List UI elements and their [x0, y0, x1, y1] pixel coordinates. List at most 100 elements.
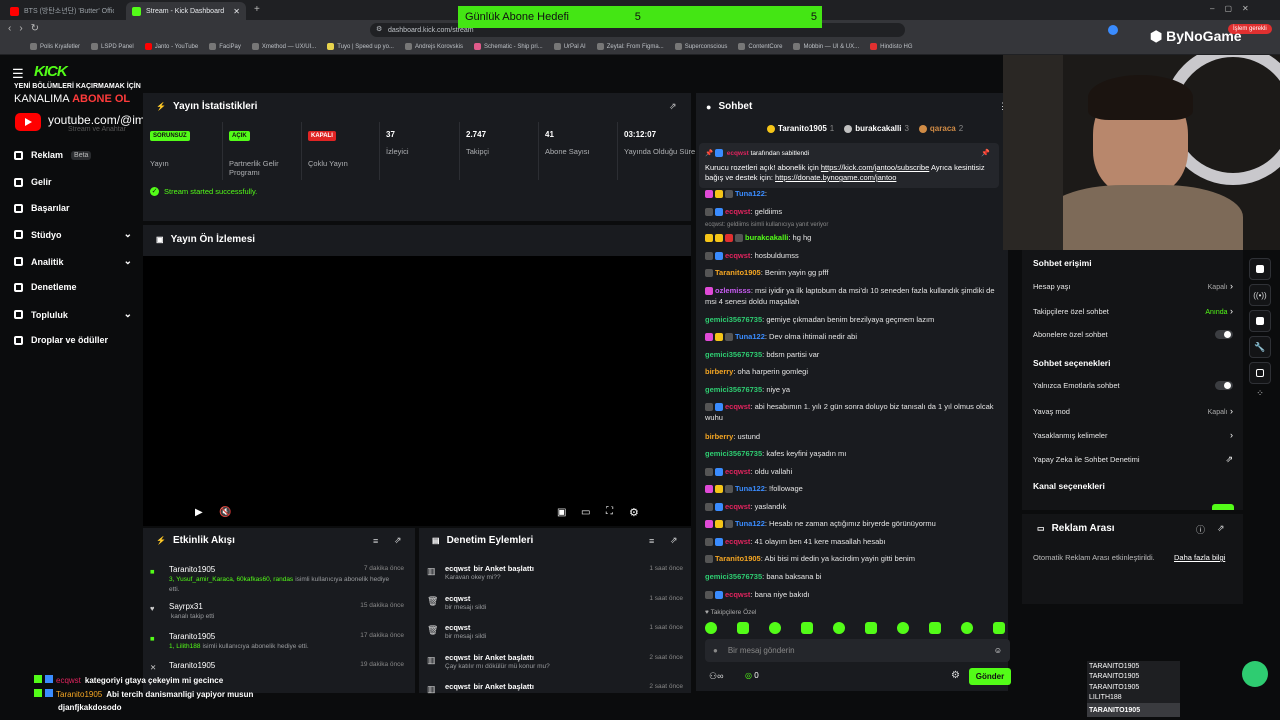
bookmark-item[interactable]: Polis Kıyafetler: [30, 43, 80, 50]
chat-message[interactable]: gemici35676735: kafes keyfini yaşadın mı: [705, 448, 1000, 459]
chat-message[interactable]: Taranito1905: Abi bisi mi dedin ya kacir…: [705, 553, 1000, 564]
mute-icon[interactable]: 🔇: [219, 507, 231, 518]
close-tab-icon[interactable]: ✕: [233, 7, 240, 16]
sidebar-item-1[interactable]: Gelir: [14, 177, 132, 187]
chat-message[interactable]: birberry: ustund: [705, 431, 1000, 442]
popout-icon[interactable]: ⇗: [669, 101, 677, 112]
users-tool-button[interactable]: [1249, 310, 1271, 332]
bookmark-item[interactable]: Xmethod — UX/UI...: [251, 43, 316, 50]
sidebar-item-4[interactable]: Analitik ⌄: [14, 256, 132, 267]
filter-icon[interactable]: ≡: [373, 536, 378, 546]
bookmark-item[interactable]: Hindisto HG: [870, 43, 912, 50]
theater-icon[interactable]: ▭: [581, 507, 590, 518]
emote-icon[interactable]: [961, 622, 973, 634]
chat-message[interactable]: gemici35676735: bana baksana bi: [705, 571, 1000, 582]
chat-message[interactable]: Tuna122:: [705, 188, 1000, 199]
chat-message[interactable]: burakcakalli: hg hg: [705, 232, 1000, 243]
moderation-item[interactable]: ▥ ecqwst bir Anket başlattı 2 saat önce: [427, 682, 687, 694]
plugin-icon[interactable]: ⁘: [1249, 388, 1271, 399]
window-tool-button[interactable]: [1249, 362, 1271, 384]
activity-item[interactable]: ✕ Taranito1905 19 dakika önce: [150, 661, 412, 672]
activity-item[interactable]: ■ Taranito1905 17 dakika önce 1, Lilith188 i…: [150, 632, 412, 651]
chat-message[interactable]: gemici35676735: bdsm partisi var: [705, 349, 1000, 360]
sidebar-item-2[interactable]: Başarılar: [14, 203, 132, 213]
fullscreen-icon[interactable]: ⛶: [606, 506, 613, 517]
menu-icon[interactable]: ☰: [12, 66, 24, 82]
emote-icon[interactable]: [801, 622, 813, 634]
window-controls[interactable]: –▢✕: [1210, 4, 1259, 13]
sidebar-item-5[interactable]: Denetleme: [14, 282, 132, 292]
emote-icon[interactable]: [833, 622, 845, 634]
popout-icon[interactable]: ⇗: [394, 535, 402, 546]
emote-icon[interactable]: [929, 622, 941, 634]
chat-message[interactable]: Tuna122: Dev olma ihtimali nedir abi: [705, 331, 1000, 342]
chat-message[interactable]: ecqwst: hosbuldumss: [705, 250, 1000, 261]
toggle-switch[interactable]: [1215, 330, 1233, 339]
bookmark-item[interactable]: Schematic - Ship pri...: [474, 43, 543, 50]
leader-entry[interactable]: Taranito1905 1: [767, 124, 834, 133]
activity-item[interactable]: ♥ Sayrpx31 15 dakika önce kanalı takip etti: [150, 602, 412, 621]
kick-logo[interactable]: KICK: [34, 63, 68, 80]
unpin-icon[interactable]: 📌: [981, 149, 990, 157]
bookmark-item[interactable]: Superconscious: [674, 43, 727, 50]
moderation-item[interactable]: 🗑 ecqwst 1 saat önce bir mesajı sildi: [427, 623, 687, 641]
bookmark-item[interactable]: Tuyo | Speed up yo...: [327, 43, 394, 50]
popout-icon[interactable]: ⇗: [670, 535, 678, 546]
points-display[interactable]: ◎ 0: [745, 671, 759, 680]
setting-row[interactable]: Yavaş mod Kapalı ›: [1033, 406, 1233, 416]
emote-icon[interactable]: [993, 622, 1005, 634]
extension-icon[interactable]: [1108, 25, 1118, 35]
browser-tab-youtube[interactable]: BTS (방탄소년단) 'Butter' Official MV: [4, 2, 122, 20]
donate-link[interactable]: https://donate.bynogame.com/jantoo: [775, 173, 896, 182]
emoji-icon[interactable]: ●: [713, 646, 718, 655]
setting-row[interactable]: Abonelere özel sohbet: [1033, 330, 1233, 339]
chat-message[interactable]: ecqwst: 41 olayım ben 41 kere masallah h…: [705, 536, 1000, 547]
setting-row[interactable]: Hesap yaşı Kapalı ›: [1033, 281, 1233, 291]
play-icon[interactable]: ▶: [195, 507, 203, 518]
settings-icon[interactable]: ⚙: [629, 506, 639, 519]
moderation-item[interactable]: ▥ ecqwst bir Anket başlattı 1 saat önce Kara…: [427, 564, 687, 582]
bookmark-item[interactable]: Janto - YouTube: [144, 43, 198, 50]
chat-settings-icon[interactable]: ⚙: [951, 670, 960, 681]
sidebar-hidden-item[interactable]: Stream ve Anahtar: [68, 126, 126, 133]
setting-row[interactable]: Yasaklanmış kelimeler ›: [1033, 430, 1233, 440]
broadcast-tool-button[interactable]: ((•)): [1249, 284, 1271, 306]
chat-message[interactable]: ecqwst: bana niye bakıdı: [705, 589, 1000, 600]
chat-message[interactable]: ecqwst: abi hesabımın 1. yılı 2 gün sonr…: [705, 401, 1000, 423]
wrench-tool-button[interactable]: 🔧: [1249, 336, 1271, 358]
chat-message[interactable]: ecqwst: geldiims: [705, 206, 1000, 217]
emote-icon[interactable]: [737, 622, 749, 634]
leader-entry[interactable]: qaraca 2: [918, 124, 963, 133]
leader-entry[interactable]: burakcakalli 3: [844, 124, 909, 133]
browser-tab-kick[interactable]: Stream - Kick Dashboard ✕: [126, 2, 246, 20]
bookmark-item[interactable]: LSPD Panel: [91, 43, 134, 50]
channel-toggle[interactable]: [1212, 504, 1234, 510]
bookmark-item[interactable]: Andrejs Korovskis: [404, 43, 463, 50]
setting-row[interactable]: Yapay Zeka ile Sohbet Denetimi ⇗: [1033, 454, 1233, 465]
sidebar-item-0[interactable]: Reklam Beta: [14, 150, 132, 160]
bookmark-item[interactable]: ContentCore: [738, 43, 782, 50]
chat-message[interactable]: Tuna122: !followage: [705, 483, 1000, 494]
toggle-switch[interactable]: [1215, 381, 1233, 390]
bookmark-item[interactable]: FaciPay: [209, 43, 241, 50]
setting-row[interactable]: Takipçilere özel sohbet Anında ›: [1033, 306, 1233, 316]
setting-row[interactable]: Yalnızca Emotlarla sohbet: [1033, 381, 1233, 390]
chat-message[interactable]: ecqwst: oldu vallahi: [705, 466, 1000, 477]
chat-message[interactable]: ozlemisss: msi iyidir ya ilk laptobum da…: [705, 285, 1000, 307]
filter-icon[interactable]: ≡: [649, 536, 654, 546]
send-button[interactable]: Gönder: [969, 668, 1011, 685]
emote-icon[interactable]: [865, 622, 877, 634]
learn-more-link[interactable]: Daha fazla bilgi: [1174, 553, 1225, 562]
emote-icon[interactable]: [705, 622, 717, 634]
users-icon[interactable]: ⚇∞: [709, 671, 723, 682]
chat-message[interactable]: Taranito1905: Benim yayin gg pfff: [705, 267, 1000, 278]
activity-item[interactable]: ■ Taranito1905 7 dakika önce 3, Yusuf_amir_…: [150, 565, 412, 594]
popout-icon[interactable]: ⇗: [1217, 523, 1225, 534]
subscribe-link[interactable]: https://kick.com/jantoo/subscribe: [821, 163, 929, 172]
chat-message[interactable]: gemici35676735: niye ya: [705, 384, 1000, 395]
bookmark-item[interactable]: Zeytal: From Figma...: [596, 43, 664, 50]
sidebar-item-3[interactable]: Stüdyo ⌄: [14, 229, 132, 240]
moderation-item[interactable]: 🗑 ecqwst 1 saat önce bir mesajı sildi: [427, 594, 687, 612]
bookmark-item[interactable]: Mobbin — UI & UX...: [793, 43, 859, 50]
chat-input[interactable]: ● Bir mesaj gönderin ☺: [705, 639, 1010, 662]
